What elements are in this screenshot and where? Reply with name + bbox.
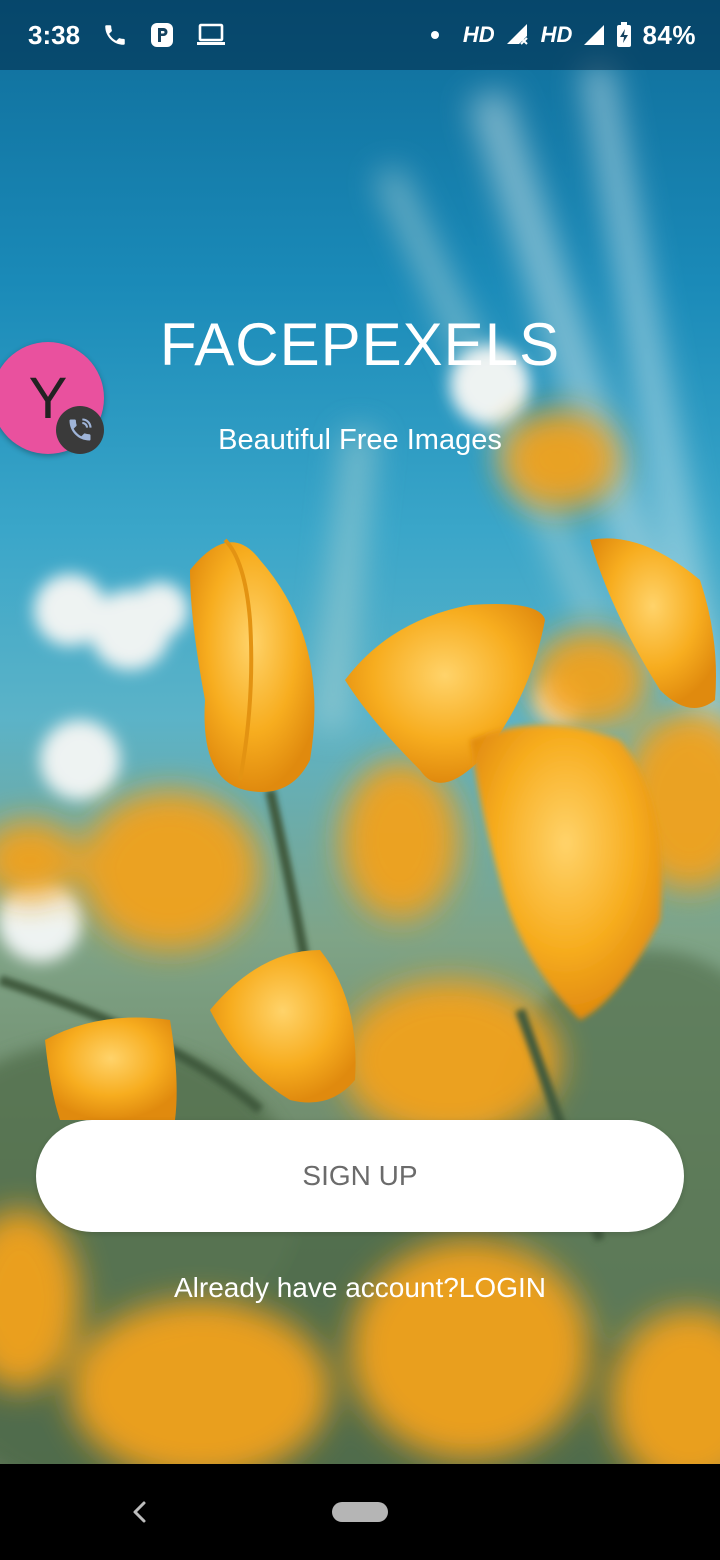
signal-no-data-icon bbox=[505, 22, 531, 48]
hd-label-2: HD bbox=[540, 22, 573, 47]
parking-icon bbox=[150, 22, 174, 48]
back-chevron-icon[interactable] bbox=[126, 1498, 154, 1526]
app-screen: 3:38 HD HD 84% FACEPEXELS Beautiful Free… bbox=[0, 0, 720, 1560]
background-image bbox=[0, 62, 720, 1540]
battery-charging-icon bbox=[616, 22, 632, 48]
home-pill-icon[interactable] bbox=[332, 1502, 388, 1522]
battery-percentage: 84% bbox=[642, 19, 696, 50]
app-title: FACEPEXELS bbox=[159, 311, 561, 378]
status-time: 3:38 bbox=[28, 19, 81, 50]
signal-icon bbox=[582, 23, 606, 47]
hd-label: HD bbox=[462, 22, 495, 47]
phone-icon bbox=[102, 22, 128, 48]
navigation-bar bbox=[0, 1464, 720, 1560]
status-bar: 3:38 HD HD 84% bbox=[0, 0, 720, 70]
sign-up-button[interactable]: SIGN UP bbox=[36, 1120, 684, 1232]
app-subtitle: Beautiful Free Images bbox=[218, 424, 502, 456]
notification-dot-icon bbox=[430, 31, 439, 39]
login-link[interactable]: Already have account?LOGIN bbox=[0, 1272, 720, 1304]
phone-call-icon bbox=[56, 406, 104, 454]
laptop-icon bbox=[196, 23, 226, 47]
